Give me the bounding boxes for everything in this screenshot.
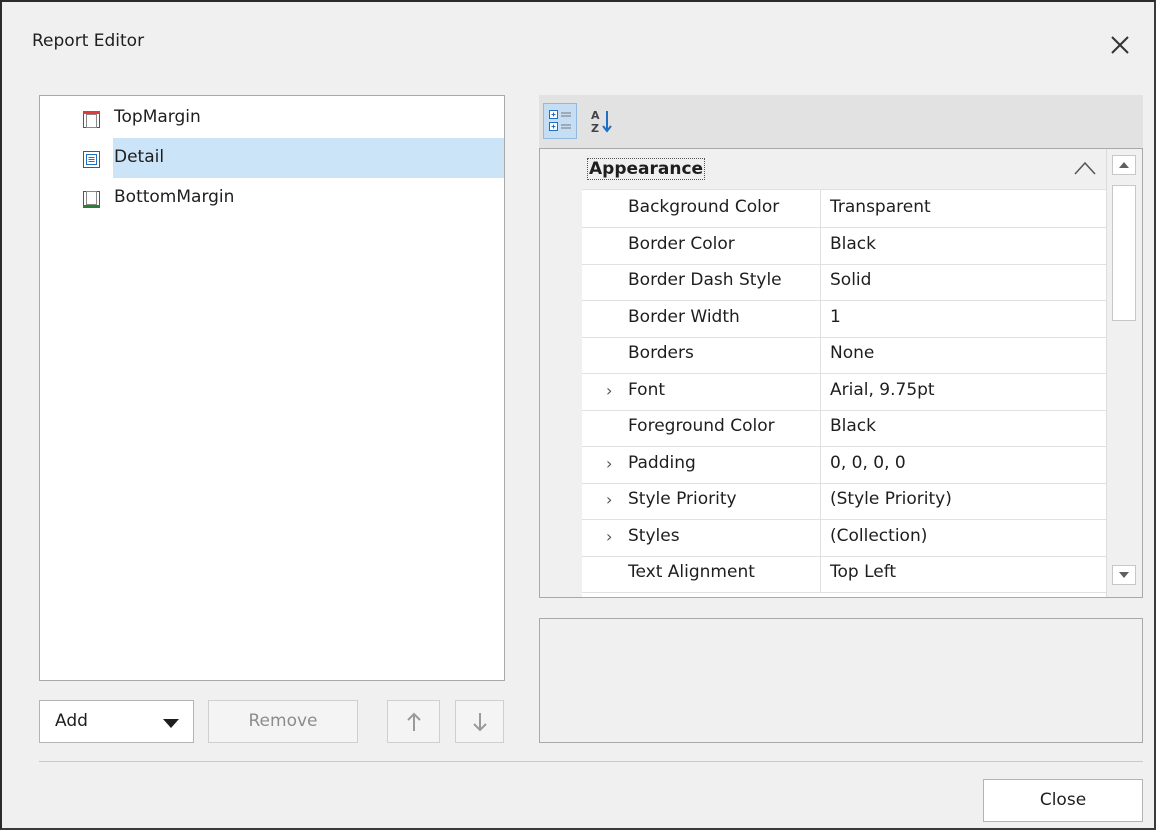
add-dropdown[interactable]: Add bbox=[39, 700, 194, 743]
detail-band-icon bbox=[83, 151, 100, 168]
property-name: Border Color bbox=[628, 233, 735, 254]
expand-chevron-icon[interactable]: › bbox=[606, 381, 612, 400]
property-row[interactable]: Text Alignment Top Left bbox=[582, 554, 1106, 593]
property-value[interactable]: Arial, 9.75pt bbox=[830, 380, 935, 400]
property-row[interactable]: Background Color Transparent bbox=[582, 189, 1106, 228]
property-name-cell[interactable]: Background Color bbox=[582, 189, 821, 227]
property-row[interactable]: › Padding 0, 0, 0, 0 bbox=[582, 444, 1106, 484]
property-value[interactable]: None bbox=[830, 343, 874, 363]
collapse-chevron-icon[interactable] bbox=[1072, 158, 1098, 178]
property-row[interactable]: Border Color Black bbox=[582, 225, 1106, 265]
property-row[interactable]: Foreground Color Black bbox=[582, 408, 1106, 447]
property-name-cell[interactable]: Border Width bbox=[582, 298, 821, 337]
dialog-title: Report Editor bbox=[32, 31, 145, 51]
property-name: Borders bbox=[628, 343, 694, 363]
move-down-button[interactable] bbox=[455, 700, 504, 743]
tree-item-detail[interactable]: Detail bbox=[40, 138, 504, 178]
vertical-scrollbar[interactable] bbox=[1106, 149, 1142, 597]
property-name: Foreground Color bbox=[628, 416, 775, 436]
property-value[interactable]: Black bbox=[830, 416, 876, 436]
property-value[interactable]: 1 bbox=[830, 307, 841, 327]
categorized-icon bbox=[549, 110, 571, 131]
property-row[interactable]: Border Dash Style Solid bbox=[582, 262, 1106, 301]
property-name-cell[interactable]: Borders bbox=[582, 335, 821, 373]
scroll-up-icon[interactable] bbox=[1112, 155, 1136, 175]
property-name-cell[interactable]: Border Color bbox=[582, 225, 821, 264]
categorized-view-button[interactable] bbox=[543, 103, 577, 139]
property-name: Background Color bbox=[628, 197, 780, 217]
property-name-cell[interactable]: Foreground Color bbox=[582, 408, 821, 446]
svg-text:A: A bbox=[591, 109, 600, 122]
property-grid: Appearance Background Color Transparent Bo… bbox=[539, 148, 1143, 598]
property-name: Border Dash Style bbox=[628, 270, 782, 290]
report-editor-dialog: Report Editor TopMargin Detail BottomMar… bbox=[0, 0, 1156, 830]
property-value[interactable]: Transparent bbox=[830, 197, 931, 217]
top-margin-band-icon bbox=[83, 111, 100, 128]
property-row[interactable]: › Font Arial, 9.75pt bbox=[582, 371, 1106, 411]
property-name-cell[interactable]: › Font bbox=[582, 371, 821, 410]
category-label: Appearance bbox=[587, 158, 706, 180]
property-value[interactable]: (Style Priority) bbox=[830, 489, 952, 509]
property-name: Style Priority bbox=[628, 489, 737, 509]
remove-button[interactable]: Remove bbox=[208, 700, 358, 743]
selection-highlight bbox=[113, 138, 504, 178]
scrollbar-thumb[interactable] bbox=[1112, 185, 1136, 321]
arrow-down-icon bbox=[473, 713, 487, 732]
property-name: Font bbox=[628, 379, 666, 400]
category-row-appearance[interactable]: Appearance bbox=[582, 149, 1106, 190]
property-name-cell[interactable]: Border Dash Style bbox=[582, 262, 821, 300]
band-tree[interactable]: TopMargin Detail BottomMargin bbox=[39, 95, 505, 681]
property-description-panel bbox=[539, 618, 1143, 743]
move-up-button[interactable] bbox=[387, 700, 440, 743]
property-row[interactable]: Borders None bbox=[582, 335, 1106, 374]
property-grid-toolbar: A Z bbox=[539, 95, 1143, 148]
tree-item-bottom-margin[interactable]: BottomMargin bbox=[40, 178, 504, 218]
property-name-cell[interactable]: Text Alignment bbox=[582, 554, 821, 592]
close-button[interactable]: Close bbox=[983, 779, 1143, 822]
svg-text:Z: Z bbox=[591, 122, 599, 135]
property-name-cell[interactable]: › Style Priority bbox=[582, 481, 821, 519]
expand-chevron-icon[interactable]: › bbox=[606, 490, 612, 509]
property-value[interactable]: Solid bbox=[830, 270, 871, 290]
property-name-cell[interactable]: › Styles bbox=[582, 517, 821, 556]
tree-item-top-margin[interactable]: TopMargin bbox=[40, 98, 504, 138]
property-name-cell[interactable]: › Padding bbox=[582, 444, 821, 483]
expand-chevron-icon[interactable]: › bbox=[606, 527, 612, 546]
property-row[interactable]: › Styles (Collection) bbox=[582, 517, 1106, 557]
property-name: Border Width bbox=[628, 306, 740, 327]
property-value[interactable]: 0, 0, 0, 0 bbox=[830, 453, 906, 473]
property-grid-gutter bbox=[540, 149, 582, 597]
expand-chevron-icon[interactable]: › bbox=[606, 454, 612, 473]
tree-item-label: Detail bbox=[114, 147, 165, 167]
arrow-up-icon bbox=[407, 712, 421, 731]
property-name: Styles bbox=[628, 525, 680, 546]
tree-item-label: TopMargin bbox=[114, 107, 201, 127]
property-row[interactable]: Border Width 1 bbox=[582, 298, 1106, 338]
alphabetical-view-button[interactable]: A Z bbox=[585, 103, 619, 139]
tree-item-label: BottomMargin bbox=[114, 187, 235, 207]
property-value[interactable]: Black bbox=[830, 234, 876, 254]
sort-alphabetical-icon: A Z bbox=[591, 109, 612, 135]
property-name: Padding bbox=[628, 452, 696, 473]
dropdown-arrow-icon bbox=[163, 719, 179, 728]
add-label: Add bbox=[55, 711, 88, 731]
property-value[interactable]: Top Left bbox=[830, 562, 896, 582]
bottom-margin-band-icon bbox=[83, 191, 100, 208]
property-row[interactable]: › Style Priority (Style Priority) bbox=[582, 481, 1106, 520]
property-value[interactable]: (Collection) bbox=[830, 526, 927, 546]
property-name: Text Alignment bbox=[628, 562, 755, 582]
footer-divider bbox=[39, 761, 1143, 762]
scroll-down-icon[interactable] bbox=[1112, 565, 1136, 585]
close-icon[interactable] bbox=[1105, 30, 1135, 60]
